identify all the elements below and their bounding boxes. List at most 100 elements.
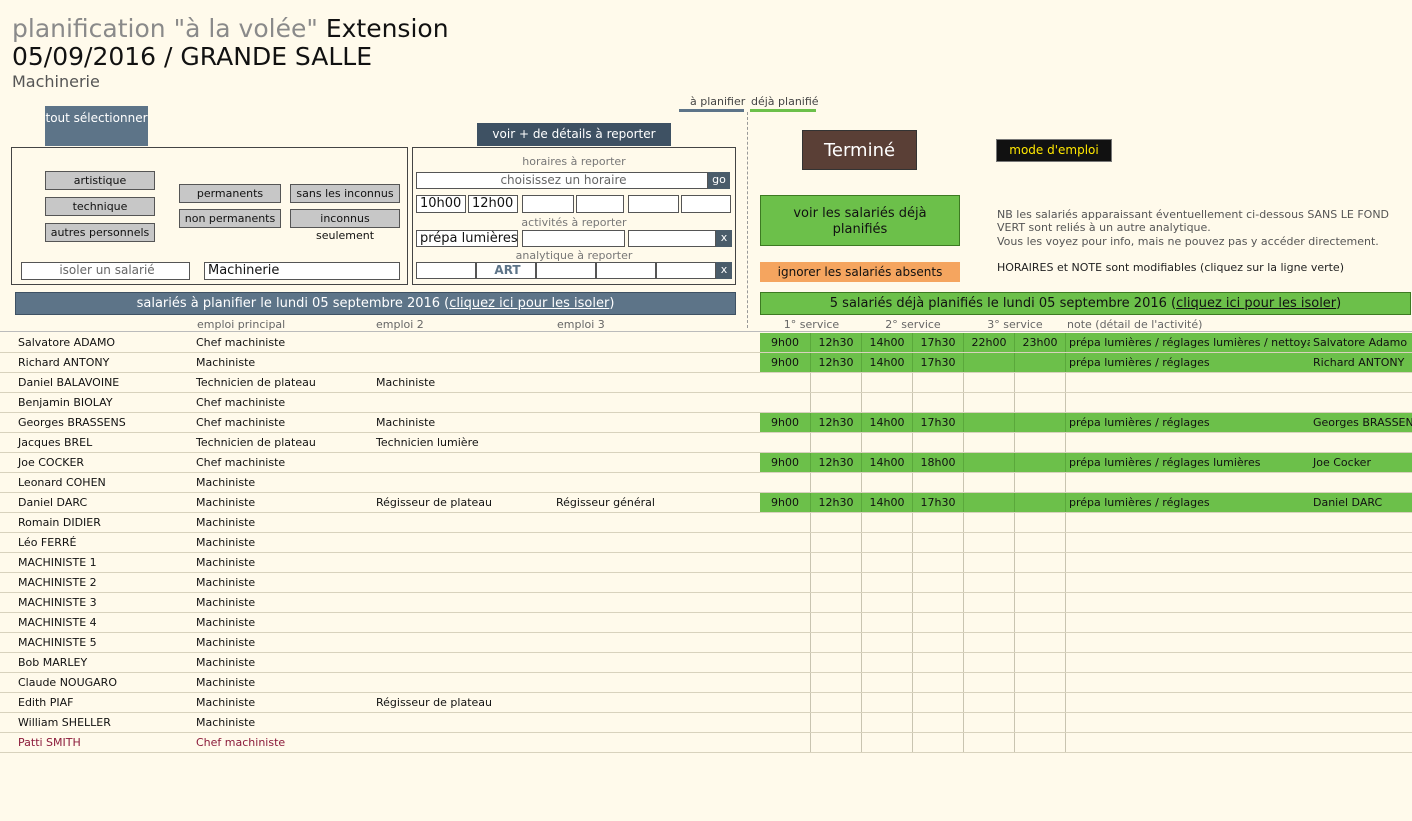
activity-note	[1066, 473, 1310, 492]
activity-note[interactable]: prépa lumières / réglages	[1066, 493, 1310, 512]
activity-note[interactable]: prépa lumières / réglages	[1066, 353, 1310, 372]
hour-field-4[interactable]	[576, 195, 624, 213]
table-row[interactable]: William SHELLER Machiniste	[0, 713, 1412, 733]
planned-header[interactable]: 5 salariés déjà planifiés le lundi 05 se…	[760, 292, 1411, 315]
service-time[interactable]: 9h00	[760, 353, 811, 372]
table-row[interactable]: MACHINISTE 1 Machiniste	[0, 553, 1412, 573]
activity-field-3[interactable]	[628, 230, 716, 247]
service-time[interactable]: 14h00	[862, 333, 913, 352]
table-row[interactable]: MACHINISTE 2 Machiniste	[0, 573, 1412, 593]
planned-name[interactable]: Richard ANTONY	[1310, 353, 1412, 372]
service-time[interactable]: 9h00	[760, 493, 811, 512]
table-row[interactable]: Georges BRASSENS Chef machiniste Machinist…	[0, 413, 1412, 433]
table-row[interactable]: Daniel DARC Machiniste Régisseur de platea…	[0, 493, 1412, 513]
help-button[interactable]: mode d'emploi	[996, 139, 1112, 162]
details-to-report-tab[interactable]: voir + de détails à reporter	[477, 123, 671, 146]
service-time[interactable]: 23h00	[1015, 333, 1066, 352]
service-time[interactable]: 22h00	[964, 333, 1015, 352]
service-time[interactable]: 17h30	[913, 353, 964, 372]
filter-other-staff-button[interactable]: autres personnels	[45, 223, 155, 242]
service-time[interactable]	[1015, 453, 1066, 472]
see-planned-button[interactable]: voir les salariés déjà planifiés	[760, 195, 960, 246]
service-time[interactable]: 17h30	[913, 413, 964, 432]
service-time[interactable]: 9h00	[760, 333, 811, 352]
table-row[interactable]: Patti SMITH Chef machiniste	[0, 733, 1412, 753]
service-time[interactable]: 18h00	[913, 453, 964, 472]
planned-name	[1310, 613, 1412, 632]
service-time[interactable]: 9h00	[760, 453, 811, 472]
hour-field-5[interactable]	[628, 195, 679, 213]
clear-activities-button[interactable]: x	[716, 230, 732, 247]
service-time[interactable]: 17h30	[913, 493, 964, 512]
analytic-field-5[interactable]	[656, 262, 716, 279]
activity-field-2[interactable]	[522, 230, 625, 247]
filter-unknown-only-button[interactable]: inconnus seulement	[290, 209, 400, 242]
service-time[interactable]: 12h30	[811, 333, 862, 352]
table-row[interactable]: MACHINISTE 5 Machiniste	[0, 633, 1412, 653]
filter-technical-button[interactable]: technique	[45, 197, 155, 216]
table-row[interactable]: Benjamin BIOLAY Chef machiniste	[0, 393, 1412, 413]
table-row[interactable]: Edith PIAF Machiniste Régisseur de plateau	[0, 693, 1412, 713]
planned-name[interactable]: Georges BRASSENS	[1310, 413, 1412, 432]
hours-select[interactable]: choisissez un horaire	[416, 172, 708, 189]
hour-field-2[interactable]: 12h00	[468, 195, 518, 213]
activity-note[interactable]: prépa lumières / réglages lumières	[1066, 453, 1310, 472]
analytic-field-1[interactable]	[416, 262, 476, 279]
analytic-field-2[interactable]: ART	[476, 262, 536, 279]
service-time[interactable]: 12h30	[811, 353, 862, 372]
planned-name[interactable]: Joe Cocker	[1310, 453, 1412, 472]
table-row[interactable]: MACHINISTE 4 Machiniste	[0, 613, 1412, 633]
service-field[interactable]: Machinerie	[204, 262, 400, 280]
analytic-field-4[interactable]	[596, 262, 656, 279]
service-time[interactable]	[964, 453, 1015, 472]
filter-artistic-button[interactable]: artistique	[45, 171, 155, 190]
table-row[interactable]: Bob MARLEY Machiniste	[0, 653, 1412, 673]
filter-without-unknown-button[interactable]: sans les inconnus	[290, 184, 400, 203]
table-row[interactable]: Richard ANTONY Machiniste 9h00 12h30 14h00 17…	[0, 353, 1412, 373]
isolate-employee-input[interactable]: isoler un salarié	[21, 262, 190, 280]
planned-name[interactable]: Daniel DARC	[1310, 493, 1412, 512]
service-time[interactable]	[1015, 353, 1066, 372]
service-time[interactable]	[964, 413, 1015, 432]
activity-note[interactable]: prépa lumières / réglages	[1066, 413, 1310, 432]
isolate-planned-link[interactable]: cliquez ici pour les isoler	[1176, 296, 1336, 311]
service-time[interactable]: 14h00	[862, 493, 913, 512]
activity-field-1[interactable]: prépa lumières	[416, 230, 518, 247]
service-time[interactable]: 14h00	[862, 453, 913, 472]
service-time[interactable]	[964, 493, 1015, 512]
table-row[interactable]: Claude NOUGARO Machiniste	[0, 673, 1412, 693]
done-button[interactable]: Terminé	[802, 130, 917, 170]
service-time[interactable]	[1015, 413, 1066, 432]
service-time[interactable]: 12h30	[811, 413, 862, 432]
to-plan-header[interactable]: salariés à planifier le lundi 05 septemb…	[15, 292, 736, 315]
planned-name[interactable]: Salvatore Adamo	[1310, 333, 1412, 352]
table-row[interactable]: Jacques BREL Technicien de plateau Technic…	[0, 433, 1412, 453]
clear-analytic-button[interactable]: x	[716, 262, 732, 279]
table-row[interactable]: MACHINISTE 3 Machiniste	[0, 593, 1412, 613]
table-row[interactable]: Joe COCKER Chef machiniste 9h00 12h30 14h00 1…	[0, 453, 1412, 473]
hour-field-1[interactable]: 10h00	[416, 195, 466, 213]
hour-field-3[interactable]	[522, 195, 574, 213]
hour-field-6[interactable]	[681, 195, 731, 213]
analytic-field-3[interactable]	[536, 262, 596, 279]
table-row[interactable]: Salvatore ADAMO Chef machiniste 9h00 12h30 1…	[0, 333, 1412, 353]
table-row[interactable]: Daniel BALAVOINE Technicien de plateau Mac…	[0, 373, 1412, 393]
service-time[interactable]	[1015, 493, 1066, 512]
table-row[interactable]: Léo FERRÉ Machiniste	[0, 533, 1412, 553]
service-time[interactable]: 14h00	[862, 413, 913, 432]
service-time[interactable]: 17h30	[913, 333, 964, 352]
service-time[interactable]: 12h30	[811, 453, 862, 472]
filter-permanent-button[interactable]: permanents	[179, 184, 281, 203]
select-all-button[interactable]: tout sélectionner	[45, 106, 148, 146]
service-time[interactable]: 12h30	[811, 493, 862, 512]
table-row[interactable]: Romain DIDIER Machiniste	[0, 513, 1412, 533]
service-time[interactable]: 14h00	[862, 353, 913, 372]
ignore-absent-button[interactable]: ignorer les salariés absents	[760, 262, 960, 282]
activity-note[interactable]: prépa lumières / réglages lumières / net…	[1066, 333, 1310, 352]
filter-non-permanent-button[interactable]: non permanents	[179, 209, 281, 228]
table-row[interactable]: Leonard COHEN Machiniste	[0, 473, 1412, 493]
service-time[interactable]: 9h00	[760, 413, 811, 432]
go-button[interactable]: go	[708, 172, 730, 189]
isolate-to-plan-link[interactable]: cliquez ici pour les isoler	[449, 296, 609, 311]
service-time[interactable]	[964, 353, 1015, 372]
